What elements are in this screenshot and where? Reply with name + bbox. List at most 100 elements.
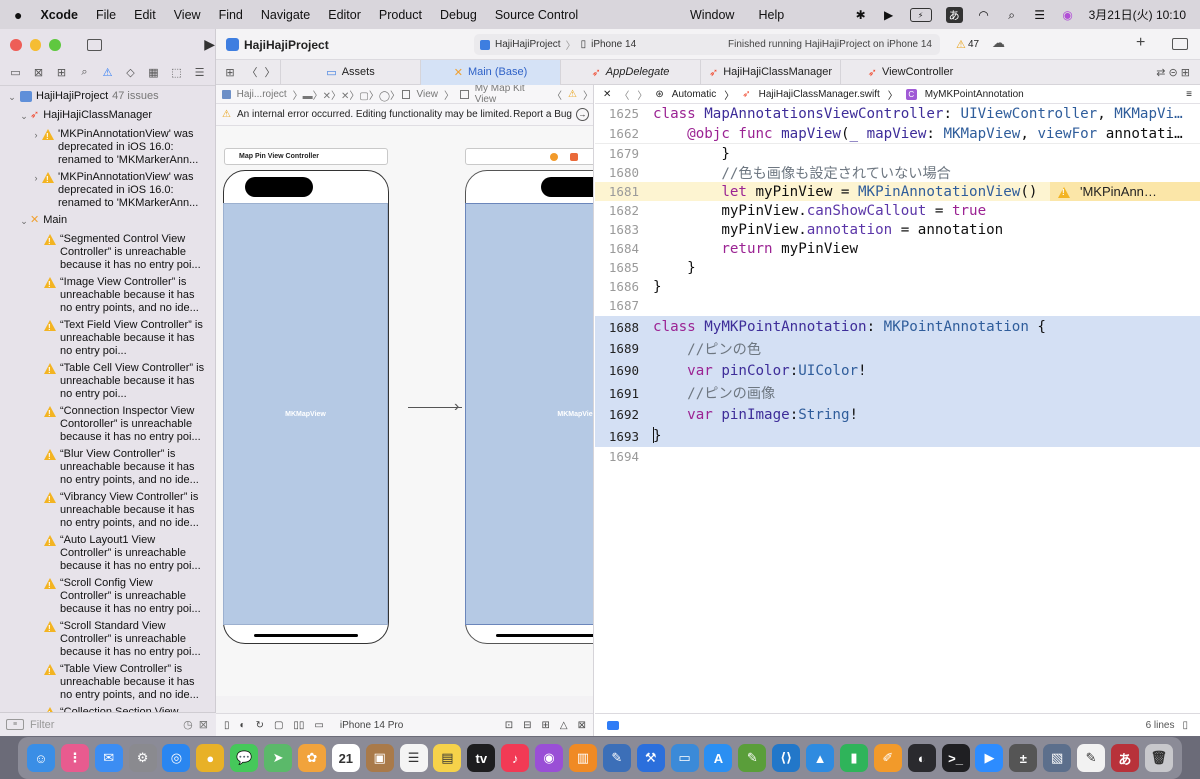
dock-photos-icon[interactable]: ✿ xyxy=(297,744,326,772)
toggle-inspector-icon[interactable]: ▯ xyxy=(1182,720,1188,731)
control-center-icon[interactable]: ☰ xyxy=(1033,8,1047,22)
issue-row[interactable]: “Blur View Controller” is unreachable be… xyxy=(0,448,215,487)
issue-row[interactable]: “Table View Controller” is unreachable b… xyxy=(0,663,215,702)
sticky-code-line[interactable]: 1662 @objc func mapView(_ mapView: MKMap… xyxy=(595,124,1200,143)
dock-notes-brown-icon[interactable]: ▣ xyxy=(365,744,394,772)
forward-arrow-icon[interactable]: 〉 xyxy=(637,87,647,102)
issue-row[interactable]: “Connection Inspector View Contoroller” … xyxy=(0,405,215,444)
dock-books-icon[interactable]: ▥ xyxy=(568,744,597,772)
iphone-frame[interactable]: MKMapView xyxy=(223,170,389,644)
jump-symbol[interactable]: MyMKPointAnnotation xyxy=(925,89,1024,100)
filter-input[interactable]: Filter xyxy=(30,719,177,731)
spotlight-icon[interactable]: ⌕ xyxy=(1005,8,1019,22)
code-line[interactable]: 1686} xyxy=(595,277,1200,296)
cloud-icon[interactable]: ☁ xyxy=(992,35,1005,51)
battery-icon[interactable]: ⚡ xyxy=(909,7,932,22)
align-icon[interactable]: ⊟ xyxy=(523,720,531,731)
find-navigator-icon[interactable]: ⌕ xyxy=(77,66,93,79)
input-method-indicator[interactable]: あ xyxy=(945,6,963,23)
device-selector[interactable]: iPhone 14 Pro xyxy=(340,720,403,731)
wifi-icon[interactable]: ◠ xyxy=(977,8,991,22)
editor-menu-icon[interactable]: ≡ xyxy=(1186,89,1192,100)
menu-find[interactable]: Find xyxy=(219,8,243,22)
iphone-frame-selected[interactable]: MKMapVie xyxy=(465,170,593,644)
dock-dictionary-icon[interactable]: あ xyxy=(1110,744,1139,772)
related-items-icon[interactable]: ⊛ xyxy=(655,89,663,100)
dock-calendar-icon[interactable]: 21 xyxy=(331,744,360,772)
warning-count[interactable]: 47 xyxy=(968,39,979,50)
project-navigator-icon[interactable]: ▭ xyxy=(8,66,24,79)
tab-viewcontroller[interactable]: ➶ ViewController xyxy=(840,59,980,85)
code-line[interactable]: 1683 myPinView.annotation = annotation xyxy=(595,220,1200,239)
orientation-icon[interactable]: ▢ xyxy=(274,720,283,731)
forward-arrow-icon[interactable]: 〉 xyxy=(260,64,280,80)
dock-safari-icon[interactable]: ◎ xyxy=(162,744,191,772)
menu-window[interactable]: Window xyxy=(690,8,734,22)
jump-item-mapview[interactable]: My Map Kit View xyxy=(475,85,546,105)
layout-icon[interactable]: ▯▯ xyxy=(293,720,304,731)
jump-file[interactable]: HajiHajiClassManager.swift xyxy=(759,89,880,100)
issue-row[interactable]: “Segmented Control View Controller” is u… xyxy=(0,233,215,272)
menu-edit[interactable]: Edit xyxy=(134,8,156,22)
menu-debug[interactable]: Debug xyxy=(440,8,477,22)
bluetooth-icon[interactable]: ✱ xyxy=(854,8,868,22)
scene-title-bar-2[interactable] xyxy=(465,148,593,165)
warning-indicator-icon[interactable]: ⚠ xyxy=(956,38,966,51)
code-line[interactable]: 1689 //ピンの色 xyxy=(595,338,1200,359)
minimize-window-button[interactable] xyxy=(29,38,42,51)
issue-row[interactable]: “Scroll Standard View Controller” is unr… xyxy=(0,620,215,659)
toggle-navigator-icon[interactable] xyxy=(86,38,103,51)
update-frames-icon[interactable]: ⊡ xyxy=(505,720,513,731)
symbol-navigator-icon[interactable]: ⊞ xyxy=(54,66,70,79)
code-line[interactable]: 1692 var pinImage:String! xyxy=(595,404,1200,425)
back-arrow-icon[interactable]: 〈 xyxy=(619,87,629,102)
issue-group-row[interactable]: ⌄ ➶ HajiHajiClassManager xyxy=(0,109,215,124)
issue-row[interactable]: “Vibrancy View Controller” is unreachabl… xyxy=(0,491,215,530)
add-library-icon[interactable]: + xyxy=(1136,34,1145,52)
report-bug-link[interactable]: Report a Bug xyxy=(513,109,572,120)
close-window-button[interactable] xyxy=(10,38,22,51)
code-line[interactable]: 1679 } xyxy=(595,144,1200,163)
dock-pages-icon[interactable]: ✐ xyxy=(873,744,902,772)
menu-help[interactable]: Help xyxy=(758,8,784,22)
menu-file[interactable]: File xyxy=(96,8,116,22)
code-line[interactable]: 1680 //色も画像も設定されていない場合 xyxy=(595,163,1200,182)
chevron-left-icon[interactable]: 〈 xyxy=(552,87,562,102)
dock-maps-icon[interactable]: ➤ xyxy=(264,744,293,772)
dock-messages-icon[interactable]: 💬 xyxy=(230,744,259,772)
tab-hajihajiclassmanager[interactable]: ➶ HajiHajiClassManager xyxy=(700,59,840,85)
dock-terminal-icon[interactable]: >_ xyxy=(941,744,970,772)
dock-system-settings-icon[interactable]: ⚙ xyxy=(128,744,157,772)
code-line[interactable]: 1685 } xyxy=(595,258,1200,277)
device-config-icon[interactable]: ▭ xyxy=(314,720,323,731)
menu-navigate[interactable]: Navigate xyxy=(261,8,310,22)
code-line[interactable]: 1687 xyxy=(595,296,1200,315)
editor-options-icon[interactable]: ⇄ ⊝ ⊞ xyxy=(1156,66,1190,79)
issue-row[interactable]: “Image View Controller” is unreachable b… xyxy=(0,276,215,315)
code-line[interactable]: 1693} xyxy=(595,425,1200,447)
code-line[interactable]: 1682 myPinView.canShowCallout = true xyxy=(595,201,1200,220)
map-view-selected[interactable]: MKMapVie xyxy=(465,203,593,625)
issue-row[interactable]: “Scroll Config View Controller” is unrea… xyxy=(0,577,215,616)
map-view[interactable]: MKMapView xyxy=(223,203,388,625)
issue-warning-icon[interactable]: ⚠ xyxy=(568,89,577,100)
toggle-inspector-icon[interactable] xyxy=(1172,38,1188,50)
code-line[interactable]: 1691 //ピンの画像 xyxy=(595,382,1200,404)
run-button-icon[interactable]: ▶ xyxy=(204,36,215,53)
editor-grid-icon[interactable]: ⊞ xyxy=(216,66,244,79)
dock-podcasts-icon[interactable]: ◉ xyxy=(535,744,564,772)
issue-row[interactable]: “Auto Layout1 View Controller” is unreac… xyxy=(0,534,215,573)
dock-simulator-icon[interactable]: ▭ xyxy=(670,744,699,772)
menu-app-name[interactable]: Xcode xyxy=(40,8,78,22)
tab-assets[interactable]: ▭ Assets xyxy=(280,59,420,85)
test-navigator-icon[interactable]: ◇ xyxy=(123,66,139,79)
issue-navigator-icon[interactable]: ⚠ xyxy=(100,66,116,79)
chevron-down-icon[interactable]: ⌄ xyxy=(18,110,30,123)
jump-automatic[interactable]: Automatic xyxy=(672,89,716,100)
scheme-name[interactable]: HajiHajiProject xyxy=(495,39,561,50)
report-navigator-icon[interactable]: ☰ xyxy=(192,66,208,79)
dock-editor-green-icon[interactable]: ✎ xyxy=(738,744,767,772)
chevron-down-icon[interactable]: ⌄ xyxy=(18,215,30,228)
dock-chrome-icon[interactable]: ● xyxy=(196,744,225,772)
menu-source-control[interactable]: Source Control xyxy=(495,8,578,22)
